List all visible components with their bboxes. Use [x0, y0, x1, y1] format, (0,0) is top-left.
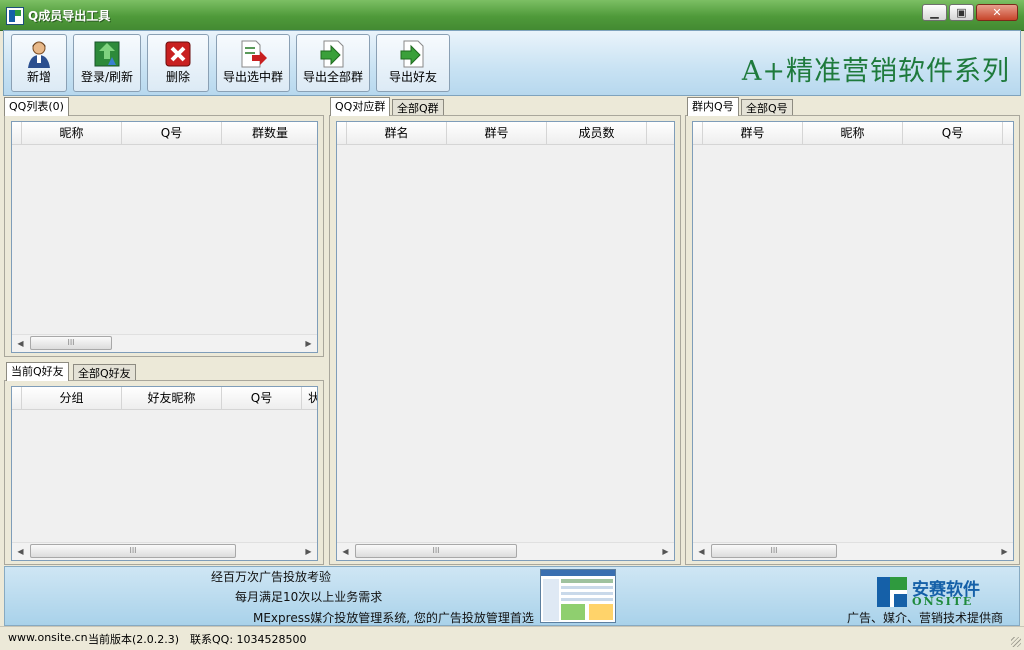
column-status[interactable]: 状 [302, 387, 317, 409]
scroll-left-icon[interactable]: ◀ [337, 543, 354, 560]
brand-tagline: 广告、媒介、营销技术提供商 [847, 611, 1004, 625]
banner-line-1: 经百万次广告投放考验 [211, 570, 332, 584]
scroll-right-icon[interactable]: ▶ [300, 543, 317, 560]
delete-button[interactable]: 删除 [147, 34, 209, 92]
column-spacer [12, 387, 22, 409]
minimize-button[interactable]: ▁ [922, 4, 947, 21]
column-nickname[interactable]: 昵称 [803, 122, 903, 144]
scroll-thumb[interactable]: III [355, 544, 517, 558]
status-version: 当前版本(2.0.2.3) [88, 633, 180, 646]
refresh-icon [94, 41, 120, 67]
column-spacer [693, 122, 703, 144]
scroll-right-icon[interactable]: ▶ [300, 335, 317, 352]
scroll-left-icon[interactable]: ◀ [12, 335, 29, 352]
column-friend-nickname[interactable]: 好友昵称 [122, 387, 222, 409]
qq-list-hscroll[interactable]: ◀ III ▶ [12, 334, 317, 352]
tab-qq-list[interactable]: QQ列表(0) [4, 97, 69, 116]
friends-list-view[interactable]: 分组 好友昵称 Q号 状 ◀ III ▶ [11, 386, 318, 561]
column-member-count[interactable]: 成员数 [547, 122, 647, 144]
delete-icon [165, 41, 191, 67]
members-list-hscroll[interactable]: ◀ III ▶ [693, 542, 1013, 560]
members-panel: 群号 昵称 Q号 ◀ III ▶ [685, 115, 1020, 565]
friends-list-hscroll[interactable]: ◀ III ▶ [12, 542, 317, 560]
friends-panel: 分组 好友昵称 Q号 状 ◀ III ▶ [4, 380, 324, 565]
tab-current-friends[interactable]: 当前Q好友 [6, 362, 69, 381]
slogan: A+精准营销软件系列 [741, 56, 1010, 87]
window-title: Q成员导出工具 [28, 9, 111, 23]
add-button[interactable]: 新增 [11, 34, 67, 92]
members-list-view[interactable]: 群号 昵称 Q号 ◀ III ▶ [692, 121, 1014, 561]
login-refresh-button[interactable]: 登录/刷新 [73, 34, 141, 92]
banner-line-2: 每月满足10次以上业务需求 [235, 590, 383, 604]
resize-grip-icon[interactable] [1011, 637, 1021, 647]
scroll-thumb[interactable]: III [30, 336, 112, 350]
scroll-left-icon[interactable]: ◀ [12, 543, 29, 560]
scroll-left-icon[interactable]: ◀ [693, 543, 710, 560]
export-selected-icon [241, 40, 267, 68]
export-all-button[interactable]: 导出全部群 [296, 34, 370, 92]
column-group-name[interactable]: 群名 [347, 122, 447, 144]
column-spacer [12, 122, 22, 144]
scroll-thumb[interactable]: III [711, 544, 837, 558]
column-spacer [337, 122, 347, 144]
export-friends-icon [400, 40, 424, 68]
column-qq-number[interactable]: Q号 [903, 122, 1003, 144]
scroll-right-icon[interactable]: ▶ [996, 543, 1013, 560]
groups-panel: 群名 群号 成员数 ◀ III ▶ [329, 115, 681, 565]
window-controls: ▁ ▣ ✕ [922, 4, 1018, 21]
add-user-icon [28, 41, 50, 68]
app-icon [6, 7, 24, 25]
banner-line-3: MExpress媒介投放管理系统, 您的广告投放管理首选 [253, 611, 534, 625]
qq-list-panel: 昵称 Q号 群数量 ◀ III ▶ [4, 115, 324, 357]
column-group-count[interactable]: 群数量 [222, 122, 317, 144]
scroll-thumb[interactable]: III [30, 544, 236, 558]
close-icon: ✕ [992, 6, 1002, 19]
column-group-number[interactable]: 群号 [703, 122, 803, 144]
export-friends-label: 导出好友 [388, 70, 437, 84]
groups-list-view[interactable]: 群名 群号 成员数 ◀ III ▶ [336, 121, 675, 561]
title-bar[interactable]: Q成员导出工具 ▁ ▣ ✕ [0, 0, 1024, 31]
status-bar: www.onsite.cn 当前版本(2.0.2.3) 联系QQ: 103452… [0, 626, 1024, 650]
onsite-logo-icon [877, 577, 907, 607]
column-qq-number[interactable]: Q号 [222, 387, 302, 409]
status-website[interactable]: www.onsite.cn [8, 631, 88, 644]
column-group[interactable]: 分组 [22, 387, 122, 409]
status-contact: 联系QQ: 1034528500 [190, 633, 307, 646]
export-all-label: 导出全部群 [302, 70, 363, 84]
login-refresh-label: 登录/刷新 [80, 70, 134, 84]
column-nickname[interactable]: 昵称 [22, 122, 122, 144]
friends-list-header: 分组 好友昵称 Q号 状 [12, 387, 317, 410]
column-qq-number[interactable]: Q号 [122, 122, 222, 144]
toolbar: 新增 登录/刷新 删除 导出选中群 导出全部群 导出好友 A+精准营销软件系列 [3, 30, 1021, 96]
export-selected-button[interactable]: 导出选中群 [216, 34, 290, 92]
add-button-label: 新增 [26, 70, 51, 84]
minimize-icon: ▁ [930, 6, 939, 19]
members-list-header: 群号 昵称 Q号 [693, 122, 1013, 145]
column-group-number[interactable]: 群号 [447, 122, 547, 144]
maximize-icon: ▣ [956, 6, 967, 19]
close-button[interactable]: ✕ [976, 4, 1018, 21]
export-friends-button[interactable]: 导出好友 [376, 34, 450, 92]
delete-label: 删除 [165, 70, 190, 84]
qq-list-view[interactable]: 昵称 Q号 群数量 ◀ III ▶ [11, 121, 318, 353]
product-screenshot-thumbnail [540, 569, 616, 623]
qq-list-header: 昵称 Q号 群数量 [12, 122, 317, 145]
maximize-button[interactable]: ▣ [949, 4, 974, 21]
export-all-icon [320, 40, 344, 68]
ad-banner[interactable]: 经百万次广告投放考验 每月满足10次以上业务需求 MExpress媒介投放管理系… [4, 566, 1020, 626]
export-selected-label: 导出选中群 [222, 70, 283, 84]
groups-list-hscroll[interactable]: ◀ III ▶ [337, 542, 674, 560]
tab-group-members[interactable]: 群内Q号 [687, 97, 739, 116]
brand-name-en: ONSITE [912, 595, 974, 608]
groups-list-header: 群名 群号 成员数 [337, 122, 674, 145]
tab-qq-groups[interactable]: QQ对应群 [330, 97, 391, 116]
scroll-right-icon[interactable]: ▶ [657, 543, 674, 560]
